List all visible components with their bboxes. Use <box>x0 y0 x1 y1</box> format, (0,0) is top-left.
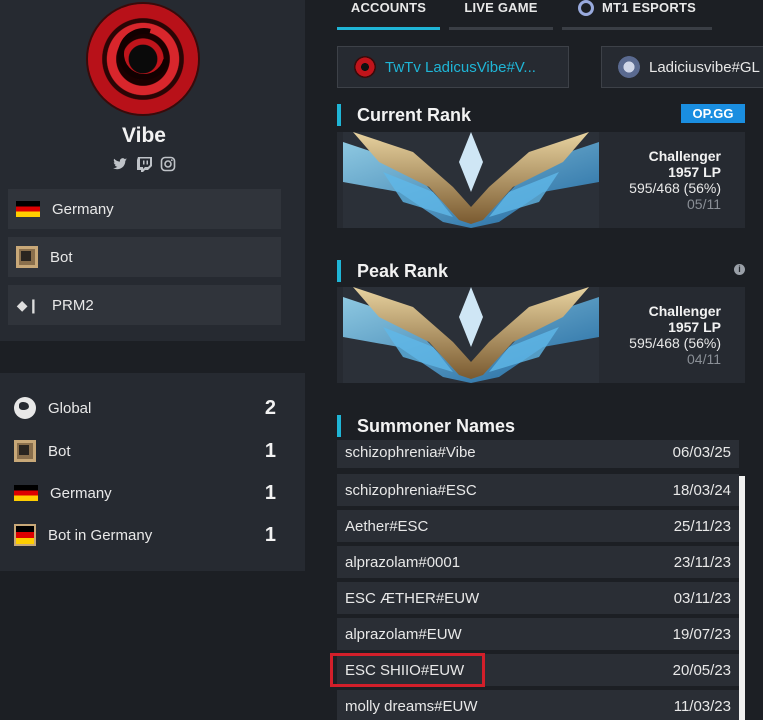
country-row[interactable]: Germany <box>8 189 281 229</box>
ranking-label: Bot in Germany <box>48 526 153 544</box>
rank-lp: 1957 LP <box>668 319 721 335</box>
summoner-name: schizophrenia#ESC <box>345 481 477 499</box>
globe-icon <box>14 397 36 419</box>
ranking-germany[interactable]: Germany 1 <box>14 478 276 508</box>
ranking-value: 1 <box>264 439 276 462</box>
challenger-emblem-icon <box>343 132 599 228</box>
summoner-date: 03/11/23 <box>673 589 731 607</box>
list-item[interactable]: schizophrenia#Vibe 06/03/25 <box>337 440 739 468</box>
summoner-date: 25/11/23 <box>673 517 731 535</box>
challenger-emblem-icon <box>343 287 599 383</box>
opgg-button[interactable]: OP.GG <box>681 104 745 123</box>
scrollbar-thumb[interactable] <box>739 476 745 720</box>
bot-role-icon <box>14 440 36 462</box>
twitch-icon[interactable] <box>136 156 152 172</box>
country-label: Germany <box>52 200 114 218</box>
info-icon[interactable]: i <box>734 264 745 275</box>
rank-date: 04/11 <box>687 351 721 367</box>
ranking-value: 2 <box>264 396 276 419</box>
summoner-name: Aether#ESC <box>345 517 429 535</box>
tab-label: LIVE GAME <box>464 0 538 15</box>
list-item[interactable]: ESC ÆTHER#EUW 03/11/23 <box>337 582 739 614</box>
account-avatar-icon <box>354 56 376 78</box>
summoner-date: 20/05/23 <box>672 661 731 679</box>
profile-panel: Vibe Germany Bot ◆❙ PRM2 <box>0 0 305 341</box>
summoner-date: 18/03/24 <box>672 481 731 499</box>
summoner-names-title: Summoner Names <box>337 415 515 437</box>
peak-rank-title: Peak Rank <box>337 260 448 282</box>
role-label: Bot <box>50 248 73 266</box>
summoner-name: alprazolam#EUW <box>345 625 462 643</box>
list-item[interactable]: molly dreams#EUW 11/03/23 <box>337 690 739 720</box>
list-item[interactable]: alprazolam#EUW 19/07/23 <box>337 618 739 650</box>
list-item[interactable]: schizophrenia#ESC 18/03/24 <box>337 474 739 506</box>
germany-flag-icon <box>16 201 40 217</box>
esports-icon <box>578 0 595 16</box>
rank-tier: Challenger <box>648 148 721 164</box>
account-name: TwTv LadicusVibe#V... <box>385 58 536 76</box>
role-row[interactable]: Bot <box>8 237 281 277</box>
rank-tier: Challenger <box>648 303 721 319</box>
summoner-name: alprazolam#0001 <box>345 553 461 571</box>
account-avatar-icon <box>618 56 640 78</box>
list-item[interactable]: Aether#ESC 25/11/23 <box>337 510 739 542</box>
summoner-date: 06/03/25 <box>672 443 731 461</box>
summoner-date: 11/03/23 <box>673 697 731 715</box>
germany-flag-icon <box>14 485 38 501</box>
ranking-value: 1 <box>264 481 276 504</box>
summoner-name: molly dreams#EUW <box>345 697 478 715</box>
ranking-label: Germany <box>50 484 112 502</box>
peak-rank-info: Challenger 1957 LP 595/468 (56%) 04/11 <box>629 303 721 367</box>
team-row[interactable]: ◆❙ PRM2 <box>8 285 281 325</box>
ranking-bot[interactable]: Bot 1 <box>14 436 276 466</box>
ranking-label: Bot <box>48 442 71 460</box>
current-rank-card: Challenger 1957 LP 595/468 (56%) 05/11 <box>337 132 745 228</box>
twitter-icon[interactable] <box>112 156 128 172</box>
instagram-icon[interactable] <box>160 156 176 172</box>
peak-rank-card: Challenger 1957 LP 595/468 (56%) 04/11 <box>337 287 745 383</box>
rank-lp: 1957 LP <box>668 164 721 180</box>
bot-germany-icon <box>14 524 36 546</box>
tab-label: ACCOUNTS <box>350 0 427 15</box>
avatar <box>88 4 198 114</box>
summoner-name: schizophrenia#Vibe <box>345 443 476 461</box>
highlight-box <box>330 653 485 687</box>
account-name: Ladiciusvibe#GL <box>649 58 760 76</box>
rank-record: 595/468 (56%) <box>629 335 721 351</box>
social-links <box>112 156 176 172</box>
ranking-label: Global <box>48 399 92 417</box>
ranking-value: 1 <box>264 523 276 546</box>
account-button-2[interactable]: Ladiciusvibe#GL <box>601 46 763 88</box>
tab-label: MT1 ESPORTS <box>602 0 696 15</box>
rank-record: 595/468 (56%) <box>629 180 721 196</box>
tab-live-game[interactable]: LIVE GAME <box>449 0 553 30</box>
account-button-1[interactable]: TwTv LadicusVibe#V... <box>337 46 569 88</box>
summoner-date: 19/07/23 <box>672 625 731 643</box>
ranking-bot-in-germany[interactable]: Bot in Germany 1 <box>14 520 276 550</box>
current-rank-info: Challenger 1957 LP 595/468 (56%) 05/11 <box>629 148 721 212</box>
tab-esports[interactable]: MT1 ESPORTS <box>562 0 712 30</box>
summoner-date: 23/11/23 <box>673 553 731 571</box>
ranking-global[interactable]: Global 2 <box>14 393 276 423</box>
current-rank-title: Current Rank <box>337 104 471 126</box>
list-item[interactable]: alprazolam#0001 23/11/23 <box>337 546 739 578</box>
tab-accounts[interactable]: ACCOUNTS <box>337 0 440 30</box>
main-tabs: ACCOUNTS LIVE GAME MT1 ESPORTS <box>337 0 712 30</box>
summoner-name: ESC ÆTHER#EUW <box>345 589 480 607</box>
team-label: PRM2 <box>52 296 94 314</box>
player-name: Vibe <box>122 124 166 147</box>
bot-role-icon <box>16 246 38 268</box>
rankings-panel: Global 2 Bot 1 Germany 1 Bot in Germany … <box>0 373 305 571</box>
team-logo-icon: ◆❙ <box>16 296 40 313</box>
rank-date: 05/11 <box>687 196 721 212</box>
